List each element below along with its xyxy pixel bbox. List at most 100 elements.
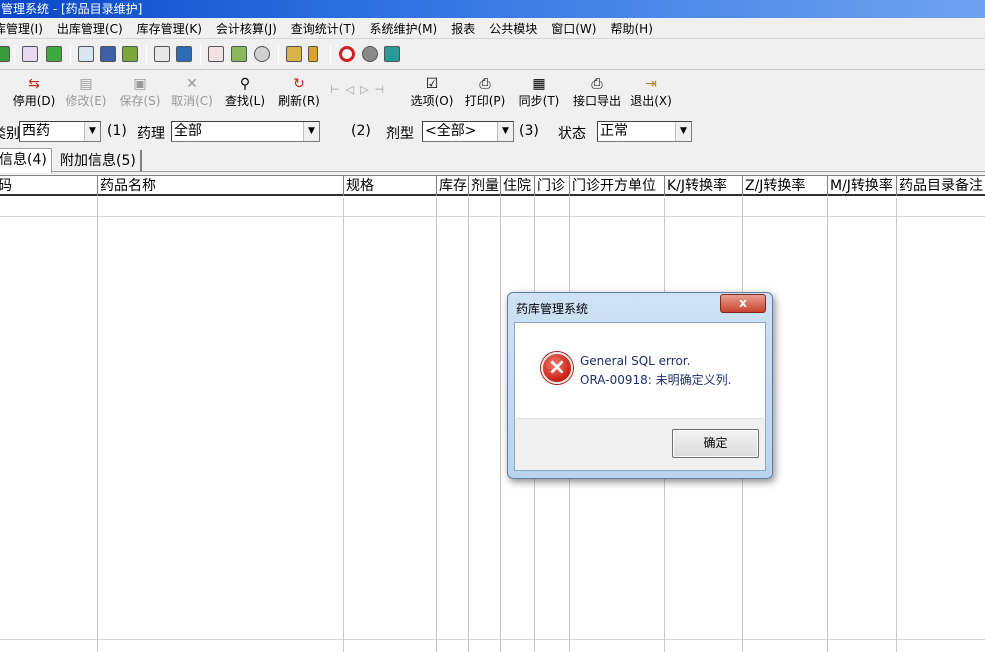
calculator-icon[interactable] bbox=[122, 46, 138, 62]
edit-button[interactable]: ▤ 修改(E) bbox=[64, 75, 108, 109]
error-dialog: 药库管理系统 x × General SQL error. ORA-00918:… bbox=[507, 292, 773, 479]
refresh-icon: ↻ bbox=[293, 76, 305, 92]
grid-column-line bbox=[97, 198, 98, 652]
pharmacology-label: 药理 bbox=[137, 126, 165, 142]
error-message-line1: General SQL error. bbox=[580, 354, 691, 368]
folder-icon[interactable] bbox=[286, 46, 302, 62]
chevron-down-icon[interactable]: ▼ bbox=[84, 122, 100, 141]
menu-item-help[interactable]: 帮助(H) bbox=[610, 20, 652, 37]
window-icon[interactable] bbox=[100, 46, 116, 62]
menu-item-window[interactable]: 窗口(W) bbox=[551, 20, 596, 37]
column-header-code[interactable]: 码 bbox=[0, 176, 98, 196]
menu-item-stock[interactable]: 库存管理(K) bbox=[137, 20, 202, 37]
key-icon[interactable] bbox=[308, 46, 318, 62]
grid-column-line bbox=[896, 198, 897, 652]
report-icon[interactable] bbox=[154, 46, 170, 62]
find-button[interactable]: ⚲ 查找(L) bbox=[223, 75, 267, 109]
category-label: 类别 bbox=[0, 126, 20, 142]
dosage-form-select[interactable]: <全部> ▼ bbox=[422, 121, 514, 142]
grid-row-line bbox=[0, 216, 985, 217]
chevron-down-icon[interactable]: ▼ bbox=[497, 122, 513, 141]
column-header-outpatient[interactable]: 门诊 bbox=[535, 176, 570, 196]
print-button[interactable]: ⎙ 打印(P) bbox=[463, 75, 507, 109]
last-record-icon[interactable]: ⊣ bbox=[375, 83, 391, 96]
column-header-zj-rate[interactable]: Z/J转换率 bbox=[743, 176, 828, 196]
grid-column-line bbox=[436, 198, 437, 652]
approve-icon[interactable] bbox=[46, 46, 62, 62]
toolbar-separator bbox=[146, 45, 147, 65]
tab-strip: 信息(4) 附加信息(5) bbox=[0, 148, 985, 173]
column-header-kj-rate[interactable]: K/J转换率 bbox=[665, 176, 743, 196]
category-select[interactable]: 西药 ▼ bbox=[19, 121, 101, 142]
clipboard-icon[interactable] bbox=[78, 46, 94, 62]
ok-button[interactable]: 确定 bbox=[672, 429, 759, 458]
column-header-mj-rate[interactable]: M/J转换率 bbox=[828, 176, 897, 196]
shortcut-hint-3: (3) bbox=[519, 123, 539, 139]
document-icon[interactable] bbox=[22, 46, 38, 62]
drug-catalog-grid[interactable]: 码 药品名称 规格 库存 剂量 住院 门诊 门诊开方单位 K/J转换率 Z/J转… bbox=[0, 175, 985, 652]
gear-icon[interactable] bbox=[362, 46, 378, 62]
column-header-drug-name[interactable]: 药品名称 bbox=[98, 176, 344, 196]
grid-column-line bbox=[468, 198, 469, 652]
column-header-spec[interactable]: 规格 bbox=[344, 176, 437, 196]
error-message-line2: ORA-00918: 未明确定义列. bbox=[580, 373, 732, 387]
menu-item-reports[interactable]: 报表 bbox=[451, 20, 475, 37]
options-button[interactable]: ☑ 选项(O) bbox=[410, 75, 454, 109]
dialog-close-button[interactable]: x bbox=[720, 294, 766, 313]
status-label: 状态 bbox=[558, 126, 586, 142]
pharmacology-select[interactable]: 全部 ▼ bbox=[171, 121, 320, 142]
export-button[interactable]: ⎙ 接口导出 bbox=[571, 75, 623, 109]
menu-item-query[interactable]: 查询统计(T) bbox=[291, 20, 356, 37]
column-header-inpatient[interactable]: 住院 bbox=[501, 176, 535, 196]
status-select[interactable]: 正常 ▼ bbox=[597, 121, 692, 142]
menu-item-system[interactable]: 系统维护(M) bbox=[370, 20, 438, 37]
column-header-catalog-note[interactable]: 药品目录备注 bbox=[897, 176, 985, 196]
column-header-outpatient-unit[interactable]: 门诊开方单位 bbox=[570, 176, 665, 196]
checkmark-icon[interactable] bbox=[0, 46, 10, 62]
menu-item-common[interactable]: 公共模块 bbox=[489, 20, 537, 37]
cancel-button[interactable]: ✕ 取消(C) bbox=[170, 75, 214, 109]
column-header-dose[interactable]: 剂量 bbox=[469, 176, 501, 196]
stop-icon[interactable] bbox=[339, 46, 355, 62]
previous-record-icon[interactable]: ◁ bbox=[346, 83, 360, 96]
save-button[interactable]: ▣ 保存(S) bbox=[118, 75, 162, 109]
chevron-down-icon[interactable]: ▼ bbox=[303, 122, 319, 141]
search-icon: ⚲ bbox=[239, 76, 251, 92]
form-icon[interactable] bbox=[208, 46, 224, 62]
shortcut-hint-1: (1) bbox=[107, 123, 127, 139]
close-window-icon[interactable] bbox=[384, 46, 400, 62]
record-navigation[interactable]: ⊢◁▷⊣ bbox=[330, 83, 390, 96]
error-icon: × bbox=[541, 352, 573, 384]
grid-header: 码 药品名称 规格 库存 剂量 住院 门诊 门诊开方单位 K/J转换率 Z/J转… bbox=[0, 176, 985, 196]
edit-icon: ▤ bbox=[79, 76, 93, 92]
icon-toolbar bbox=[0, 40, 985, 70]
menu-item-outbound[interactable]: 出库管理(C) bbox=[57, 20, 123, 37]
exit-button[interactable]: ⇥ 退出(X) bbox=[629, 75, 673, 109]
menu-item-accounting[interactable]: 会计核算(J) bbox=[216, 20, 277, 37]
tools-icon[interactable] bbox=[231, 46, 247, 62]
table-icon[interactable] bbox=[176, 46, 192, 62]
refresh-button[interactable]: ↻ 刷新(R) bbox=[277, 75, 321, 109]
sync-icon: ▦ bbox=[532, 76, 546, 92]
toolbar-separator bbox=[14, 45, 15, 65]
shortcut-hint-2: (2) bbox=[351, 123, 371, 139]
grid-column-line bbox=[343, 198, 344, 652]
tab-basic-info[interactable]: 信息(4) bbox=[0, 148, 52, 173]
grid-row-line bbox=[0, 639, 985, 640]
first-record-icon[interactable]: ⊢ bbox=[330, 83, 346, 96]
printer-icon: ⎙ bbox=[479, 76, 491, 92]
next-record-icon[interactable]: ▷ bbox=[360, 83, 374, 96]
dosage-form-label: 剂型 bbox=[386, 126, 414, 142]
save-icon: ▣ bbox=[133, 76, 147, 92]
menu-item-inventory-in[interactable]: 库管理(I) bbox=[0, 20, 43, 37]
grid-column-line bbox=[500, 198, 501, 652]
exit-icon: ⇥ bbox=[645, 76, 657, 92]
filter-bar: 类别 西药 ▼ (1) 药理 全部 ▼ (2) 剂型 <全部> ▼ (3) 状态… bbox=[0, 118, 985, 146]
tab-additional-info[interactable]: 附加信息(5) bbox=[56, 150, 142, 172]
sync-button[interactable]: ▦ 同步(T) bbox=[517, 75, 561, 109]
window-title: 管理系统 - [药品目录维护] bbox=[0, 0, 985, 18]
column-header-stock[interactable]: 库存 bbox=[437, 176, 469, 196]
magnifier-icon[interactable] bbox=[254, 46, 270, 62]
chevron-down-icon[interactable]: ▼ bbox=[675, 122, 691, 141]
disable-button[interactable]: ⇆ 停用(D) bbox=[12, 75, 56, 109]
